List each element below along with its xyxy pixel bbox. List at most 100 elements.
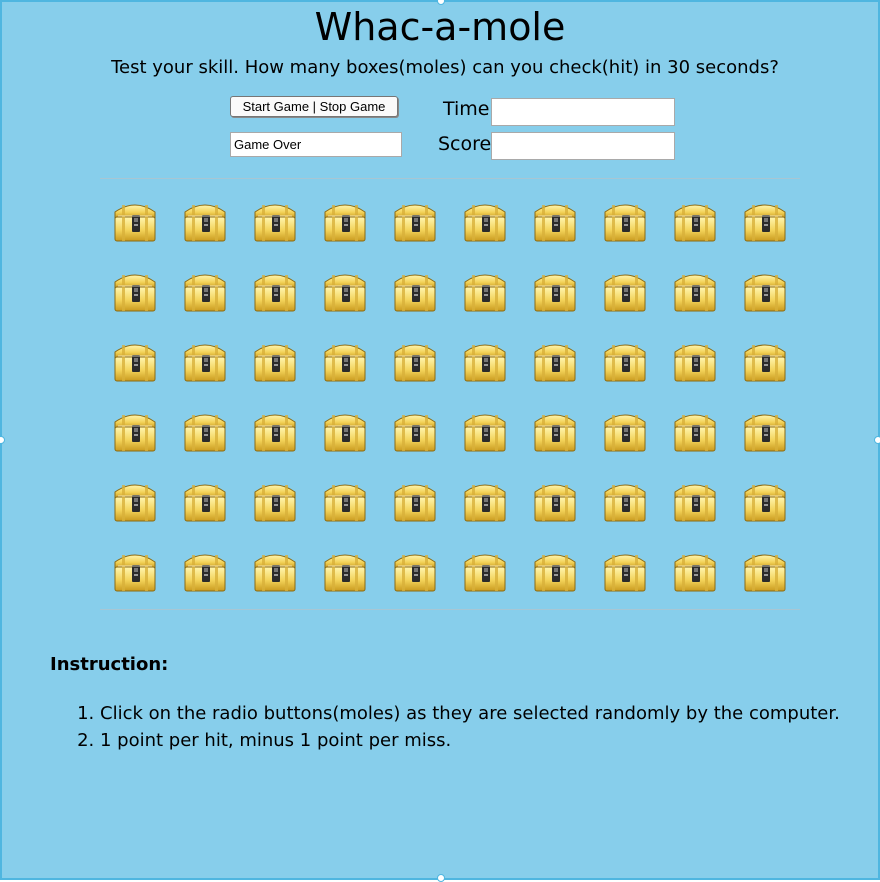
mole-cell[interactable]	[740, 480, 810, 550]
treasure-chest-icon[interactable]	[740, 550, 790, 594]
mole-cell[interactable]	[460, 480, 530, 550]
mole-cell[interactable]	[530, 270, 600, 340]
mole-cell[interactable]	[390, 340, 460, 410]
mole-cell[interactable]	[180, 410, 250, 480]
treasure-chest-icon[interactable]	[740, 340, 790, 384]
treasure-chest-icon[interactable]	[110, 270, 160, 314]
treasure-chest-icon[interactable]	[670, 340, 720, 384]
treasure-chest-icon[interactable]	[600, 550, 650, 594]
mole-cell[interactable]	[600, 200, 670, 270]
treasure-chest-icon[interactable]	[320, 410, 370, 454]
mole-cell[interactable]	[110, 270, 180, 340]
treasure-chest-icon[interactable]	[460, 270, 510, 314]
treasure-chest-icon[interactable]	[460, 340, 510, 384]
mole-cell[interactable]	[180, 480, 250, 550]
treasure-chest-icon[interactable]	[460, 550, 510, 594]
time-field[interactable]	[491, 98, 675, 126]
treasure-chest-icon[interactable]	[390, 550, 440, 594]
treasure-chest-icon[interactable]	[390, 410, 440, 454]
mole-cell[interactable]	[250, 480, 320, 550]
mole-cell[interactable]	[390, 270, 460, 340]
treasure-chest-icon[interactable]	[670, 410, 720, 454]
mole-cell[interactable]	[320, 200, 390, 270]
mole-cell[interactable]	[250, 270, 320, 340]
treasure-chest-icon[interactable]	[320, 200, 370, 244]
treasure-chest-icon[interactable]	[110, 200, 160, 244]
mole-cell[interactable]	[530, 200, 600, 270]
treasure-chest-icon[interactable]	[250, 480, 300, 524]
mole-cell[interactable]	[250, 340, 320, 410]
mole-cell[interactable]	[600, 480, 670, 550]
mole-cell[interactable]	[670, 410, 740, 480]
mole-cell[interactable]	[180, 200, 250, 270]
treasure-chest-icon[interactable]	[250, 550, 300, 594]
treasure-chest-icon[interactable]	[390, 340, 440, 384]
mole-cell[interactable]	[460, 270, 530, 340]
mole-cell[interactable]	[600, 410, 670, 480]
treasure-chest-icon[interactable]	[390, 480, 440, 524]
treasure-chest-icon[interactable]	[250, 410, 300, 454]
treasure-chest-icon[interactable]	[530, 270, 580, 314]
treasure-chest-icon[interactable]	[740, 200, 790, 244]
treasure-chest-icon[interactable]	[460, 480, 510, 524]
treasure-chest-icon[interactable]	[600, 270, 650, 314]
mole-cell[interactable]	[390, 200, 460, 270]
treasure-chest-icon[interactable]	[530, 340, 580, 384]
treasure-chest-icon[interactable]	[530, 550, 580, 594]
mole-cell[interactable]	[670, 340, 740, 410]
mole-cell[interactable]	[320, 410, 390, 480]
treasure-chest-icon[interactable]	[670, 550, 720, 594]
mole-cell[interactable]	[530, 410, 600, 480]
mole-cell[interactable]	[390, 410, 460, 480]
treasure-chest-icon[interactable]	[740, 270, 790, 314]
treasure-chest-icon[interactable]	[740, 480, 790, 524]
start-stop-button[interactable]: Start Game | Stop Game	[230, 96, 398, 117]
treasure-chest-icon[interactable]	[180, 550, 230, 594]
mole-cell[interactable]	[250, 200, 320, 270]
mole-cell[interactable]	[460, 200, 530, 270]
mole-cell[interactable]	[740, 410, 810, 480]
mole-cell[interactable]	[320, 270, 390, 340]
treasure-chest-icon[interactable]	[600, 340, 650, 384]
treasure-chest-icon[interactable]	[530, 480, 580, 524]
mole-cell[interactable]	[110, 200, 180, 270]
treasure-chest-icon[interactable]	[390, 200, 440, 244]
treasure-chest-icon[interactable]	[600, 410, 650, 454]
treasure-chest-icon[interactable]	[740, 410, 790, 454]
score-field[interactable]	[491, 132, 675, 160]
mole-cell[interactable]	[110, 340, 180, 410]
treasure-chest-icon[interactable]	[110, 410, 160, 454]
treasure-chest-icon[interactable]	[390, 270, 440, 314]
treasure-chest-icon[interactable]	[530, 410, 580, 454]
treasure-chest-icon[interactable]	[250, 270, 300, 314]
treasure-chest-icon[interactable]	[320, 340, 370, 384]
mole-cell[interactable]	[110, 410, 180, 480]
mole-cell[interactable]	[460, 340, 530, 410]
treasure-chest-icon[interactable]	[110, 550, 160, 594]
status-field[interactable]	[230, 132, 402, 157]
treasure-chest-icon[interactable]	[110, 480, 160, 524]
treasure-chest-icon[interactable]	[670, 480, 720, 524]
mole-cell[interactable]	[740, 270, 810, 340]
mole-cell[interactable]	[670, 270, 740, 340]
mole-cell[interactable]	[670, 480, 740, 550]
treasure-chest-icon[interactable]	[180, 270, 230, 314]
treasure-chest-icon[interactable]	[180, 410, 230, 454]
mole-cell[interactable]	[600, 270, 670, 340]
treasure-chest-icon[interactable]	[320, 270, 370, 314]
resize-handle[interactable]	[874, 436, 880, 444]
treasure-chest-icon[interactable]	[250, 200, 300, 244]
mole-cell[interactable]	[390, 480, 460, 550]
mole-cell[interactable]	[460, 410, 530, 480]
treasure-chest-icon[interactable]	[670, 270, 720, 314]
mole-cell[interactable]	[740, 200, 810, 270]
treasure-chest-icon[interactable]	[250, 340, 300, 384]
mole-cell[interactable]	[180, 270, 250, 340]
resize-handle[interactable]	[437, 874, 445, 882]
treasure-chest-icon[interactable]	[320, 550, 370, 594]
treasure-chest-icon[interactable]	[180, 480, 230, 524]
mole-cell[interactable]	[110, 480, 180, 550]
treasure-chest-icon[interactable]	[600, 480, 650, 524]
treasure-chest-icon[interactable]	[600, 200, 650, 244]
mole-cell[interactable]	[600, 340, 670, 410]
